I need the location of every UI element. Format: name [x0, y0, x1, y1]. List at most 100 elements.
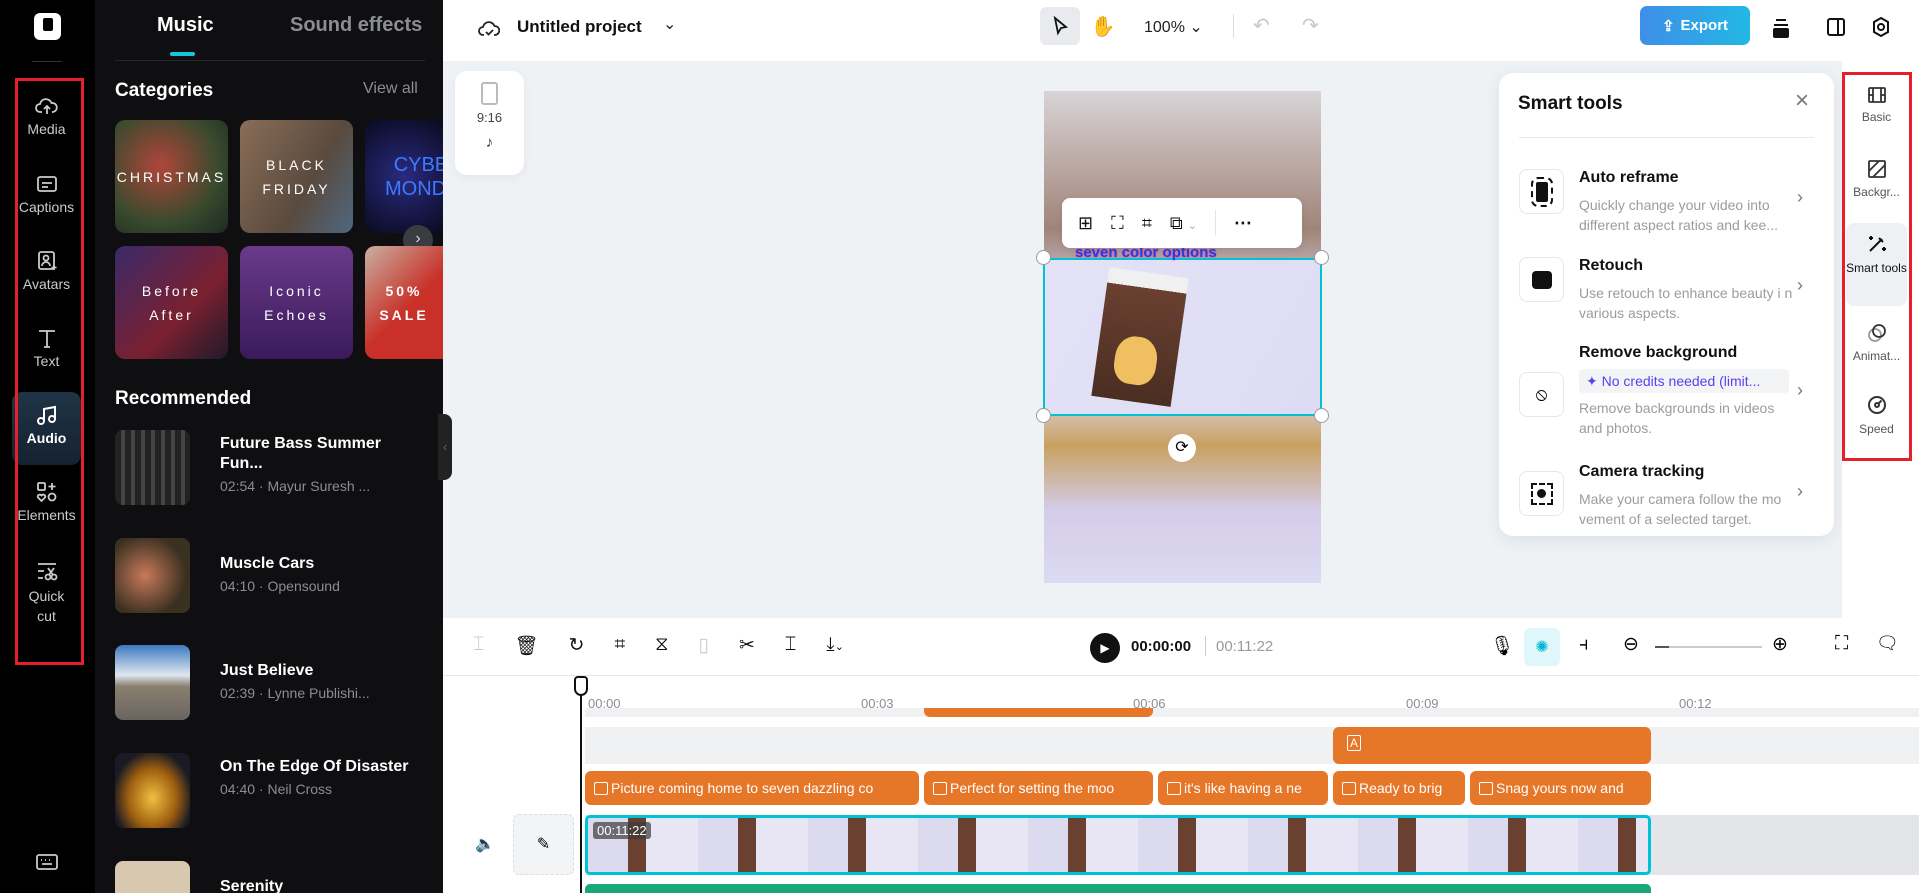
caption-clip[interactable]: Perfect for setting the moo [924, 771, 1153, 805]
song-item[interactable]: Just Believe 02:39 · Lynne Publishi... [115, 645, 435, 721]
smart-tool-retouch[interactable]: Retouch Use retouch to enhance beauty i … [1519, 257, 1819, 322]
smart-tool-camera-tracking[interactable]: Camera tracking Make your camera follow … [1519, 463, 1819, 528]
tab-sound-effects[interactable]: Sound effects [290, 14, 422, 37]
picture-in-picture-icon[interactable]: ⧉ ⌄ [1170, 213, 1197, 234]
app-logo[interactable] [34, 13, 61, 40]
zoom-in-icon[interactable]: ⊕ [1772, 633, 1788, 656]
song-item[interactable]: Muscle Cars 04:10 · Opensound [115, 538, 435, 614]
redo-button[interactable]: ↷ [1302, 13, 1319, 38]
undo-button[interactable]: ↶ [1253, 13, 1270, 38]
timeline: 00:00 00:03 00:06 00:09 00:12 A Picture … [443, 676, 1919, 893]
chevron-right-icon: › [1797, 380, 1803, 400]
collapse-panel-handle[interactable]: ‹ [438, 414, 452, 480]
song-thumbnail [115, 861, 190, 893]
auto-snap-toggle[interactable]: ✺ [1524, 628, 1560, 666]
crop-icon[interactable]: ⌗ [1142, 213, 1152, 234]
category-tile[interactable]: Before After [115, 246, 228, 359]
fit-frame-icon[interactable]: ⛶ [1111, 213, 1124, 234]
caption-clip[interactable]: it's like having a ne [1158, 771, 1328, 805]
hand-tool-button[interactable]: ✋ [1091, 13, 1116, 39]
cloud-saved-icon [477, 17, 501, 41]
caption-clip[interactable]: Ready to brig [1333, 771, 1465, 805]
chevron-right-icon: › [1797, 481, 1803, 501]
replay-icon[interactable]: ↻ [569, 634, 585, 658]
layers-icon[interactable] [1770, 15, 1792, 41]
song-meta: 04:10 · Opensound [220, 578, 340, 594]
microphone-icon[interactable]: 🎙 [1490, 634, 1514, 658]
rotate-handle[interactable]: ⟳ [1168, 434, 1196, 462]
song-item[interactable]: Serenity [115, 861, 435, 893]
tool-title: Retouch [1579, 257, 1643, 274]
project-title[interactable]: Untitled project [517, 17, 642, 37]
left-rail: Media Captions Avatars Text Audio Elemen… [0, 0, 95, 893]
caption-clip[interactable]: Snag yours now and [1470, 771, 1651, 805]
tool-title: Camera tracking [1579, 463, 1705, 480]
trim-icon[interactable]: ⌶ [785, 634, 796, 658]
tool-title: Remove background [1579, 344, 1738, 361]
category-tile[interactable]: BLACK FRIDAY [240, 120, 353, 233]
edit-cover-button[interactable]: ✎ [513, 814, 574, 875]
song-item[interactable]: On The Edge Of Disaster 04:40 · Neil Cros… [115, 753, 435, 829]
tool-description: Use retouch to enhance beauty i n variou… [1579, 285, 1793, 321]
keyboard-icon[interactable] [34, 851, 60, 873]
playhead[interactable] [574, 676, 588, 893]
zoom-out-icon[interactable]: ⊖ [1623, 633, 1639, 656]
floating-toolbar: ⊞ ⛶ ⌗ ⧉ ⌄ ⋯ [1062, 198, 1302, 248]
tab-music[interactable]: Music [157, 14, 214, 37]
download-icon[interactable]: ⤓⌄ [826, 634, 844, 658]
song-item[interactable]: Future Bass Summer Fun... 02:54 · Mayur S… [115, 430, 435, 506]
resize-handle[interactable] [1314, 250, 1329, 265]
category-label: CYBER MONDAY [385, 153, 443, 200]
split-icon[interactable]: ⌶ [473, 634, 484, 658]
resize-handle[interactable] [1036, 408, 1051, 423]
volume-icon[interactable]: 🔈 [475, 834, 495, 854]
export-label: Export [1680, 17, 1729, 34]
chevron-down-icon[interactable]: ⌄ [663, 14, 676, 34]
phone-frame-icon [481, 82, 498, 105]
resize-handle[interactable] [1036, 250, 1051, 265]
text-clip[interactable]: A [1333, 727, 1651, 764]
top-bar: Untitled project ⌄ ✋ 100% ⌄ ↶ ↷ ⇪ Export [443, 0, 1919, 61]
panel-layout-icon[interactable] [1825, 15, 1847, 39]
divider [32, 61, 62, 62]
tiktok-icon: ♪ [485, 134, 494, 151]
select-tool-button[interactable] [1040, 7, 1080, 45]
aspect-ratio-card[interactable]: 9:16 ♪ [455, 71, 524, 175]
audio-clip[interactable] [585, 884, 1651, 893]
remove-background-icon: ⦸ [1519, 372, 1564, 417]
track-row [585, 708, 1919, 717]
divider [1519, 137, 1814, 138]
crop-icon[interactable]: ⌗ [614, 634, 625, 658]
zoom-slider[interactable] [1655, 646, 1762, 648]
retouch-icon [1519, 257, 1564, 302]
play-button[interactable]: ▶ [1090, 633, 1120, 663]
resize-handle[interactable] [1314, 408, 1329, 423]
comment-icon[interactable]: 🗨 [1876, 633, 1899, 654]
more-options-icon[interactable]: ⋯ [1234, 213, 1252, 234]
zoom-level-dropdown[interactable]: 100% ⌄ [1144, 17, 1203, 37]
freeze-icon[interactable]: ▯ [699, 634, 709, 658]
video-clip[interactable]: 00:11:22 [585, 815, 1651, 875]
split-view-icon[interactable]: ⫞ [1579, 634, 1589, 656]
smart-tool-auto-reframe[interactable]: Auto reframe Quickly change your video i… [1519, 169, 1819, 234]
category-tile[interactable]: Iconic Echoes [240, 246, 353, 359]
category-tile[interactable]: CHRISTMAS [115, 120, 228, 233]
mirror-icon[interactable]: ⧖ [655, 634, 668, 658]
delete-icon[interactable]: 🗑 [514, 634, 538, 658]
smart-tools-panel: Smart tools × Auto reframe Quickly chang… [1499, 73, 1834, 536]
song-meta: 04:40 · Neil Cross [220, 781, 333, 797]
quick-cut-icon[interactable]: ✂ [739, 634, 755, 658]
caption-clip[interactable]: Picture coming home to seven dazzling co [585, 771, 919, 805]
settings-icon[interactable] [1870, 15, 1892, 39]
category-tile[interactable]: CYBER MONDAY [365, 120, 443, 233]
fit-timeline-icon[interactable]: ⛶ [1835, 633, 1848, 655]
category-tile[interactable]: 50% SALE [365, 246, 443, 359]
timeline-clip[interactable] [924, 708, 1153, 717]
smart-tool-remove-background[interactable]: ⦸ Remove background ✦ No credits needed … [1519, 344, 1819, 444]
export-button[interactable]: ⇪ Export [1640, 6, 1750, 45]
product-box-image [1091, 267, 1189, 407]
selected-video-frame[interactable] [1043, 258, 1322, 416]
view-all-link[interactable]: View all [363, 80, 418, 98]
close-icon[interactable]: × [1795, 87, 1809, 115]
replace-image-icon[interactable]: ⊞ [1078, 213, 1093, 234]
